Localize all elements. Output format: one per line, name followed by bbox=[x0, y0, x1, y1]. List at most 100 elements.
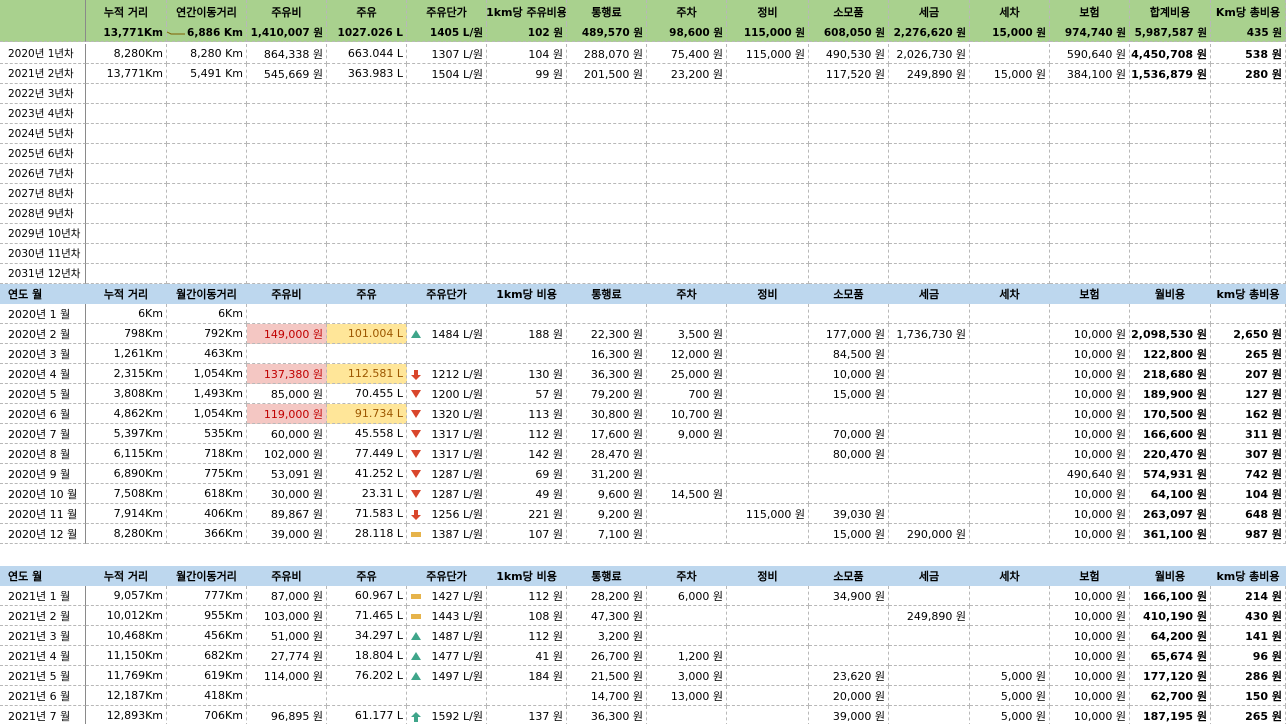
cell[interactable]: 1497 L/원 bbox=[407, 666, 487, 686]
cell[interactable] bbox=[487, 224, 567, 244]
cell[interactable]: 주유 bbox=[327, 0, 407, 24]
cell[interactable] bbox=[809, 626, 889, 646]
cell[interactable]: 10,000 원 bbox=[1050, 424, 1130, 444]
cell[interactable]: 15,000 원 bbox=[809, 524, 889, 544]
cell[interactable] bbox=[86, 184, 167, 204]
cell[interactable]: 987 원 bbox=[1211, 524, 1286, 544]
cell[interactable] bbox=[407, 686, 487, 706]
cell[interactable]: 706Km bbox=[167, 706, 247, 724]
cell[interactable]: 7,914Km bbox=[86, 504, 167, 524]
cell[interactable] bbox=[167, 244, 247, 264]
row-label-cell[interactable]: 2023년 4년차 bbox=[0, 104, 86, 124]
row-label-cell[interactable]: 2029년 10년차 bbox=[0, 224, 86, 244]
cell[interactable]: 41 원 bbox=[487, 646, 567, 666]
cell[interactable] bbox=[970, 344, 1050, 364]
cell[interactable] bbox=[1050, 104, 1130, 124]
row-label-cell[interactable]: 2021년 7 월 bbox=[0, 706, 86, 724]
cell[interactable]: 36,300 원 bbox=[567, 706, 647, 724]
cell[interactable]: 세차 bbox=[970, 0, 1050, 24]
cell[interactable]: 10,000 원 bbox=[1050, 686, 1130, 706]
cell[interactable] bbox=[1211, 304, 1286, 324]
cell[interactable] bbox=[1130, 304, 1211, 324]
cell[interactable] bbox=[647, 144, 727, 164]
cell[interactable]: 170,500 원 bbox=[1130, 404, 1211, 424]
cell[interactable] bbox=[407, 104, 487, 124]
cell[interactable]: 28,470 원 bbox=[567, 444, 647, 464]
cell[interactable] bbox=[970, 324, 1050, 344]
cell[interactable] bbox=[970, 204, 1050, 224]
cell[interactable]: 89,867 원 bbox=[247, 504, 327, 524]
cell[interactable]: 60,000 원 bbox=[247, 424, 327, 444]
cell[interactable] bbox=[327, 184, 407, 204]
cell[interactable] bbox=[327, 144, 407, 164]
cell[interactable] bbox=[647, 444, 727, 464]
cell[interactable] bbox=[1211, 224, 1286, 244]
cell[interactable] bbox=[327, 344, 407, 364]
cell[interactable]: 2,650 원 bbox=[1211, 324, 1286, 344]
cell[interactable]: 162 원 bbox=[1211, 404, 1286, 424]
cell[interactable] bbox=[970, 244, 1050, 264]
cell[interactable] bbox=[889, 304, 970, 324]
cell[interactable]: 249,890 원 bbox=[889, 64, 970, 84]
cell[interactable] bbox=[970, 364, 1050, 384]
cell[interactable] bbox=[86, 104, 167, 124]
cell[interactable] bbox=[809, 264, 889, 284]
cell[interactable]: 7,100 원 bbox=[567, 524, 647, 544]
cell[interactable]: 12,000 원 bbox=[647, 344, 727, 364]
cell[interactable]: 70,000 원 bbox=[809, 424, 889, 444]
cell[interactable] bbox=[1211, 264, 1286, 284]
cell[interactable]: 538 원 bbox=[1211, 44, 1286, 64]
cell[interactable] bbox=[889, 444, 970, 464]
cell[interactable]: 1,054Km bbox=[167, 364, 247, 384]
cell[interactable]: 104 원 bbox=[1211, 484, 1286, 504]
cell[interactable]: 363.983 L bbox=[327, 64, 407, 84]
cell[interactable] bbox=[727, 304, 809, 324]
cell[interactable] bbox=[487, 124, 567, 144]
cell[interactable]: 608,050 원 bbox=[809, 24, 889, 42]
row-label-cell[interactable]: 2028년 9년차 bbox=[0, 204, 86, 224]
cell[interactable]: 보험 bbox=[1050, 0, 1130, 24]
cell[interactable]: 545,669 원 bbox=[247, 64, 327, 84]
cell[interactable]: 142 원 bbox=[487, 444, 567, 464]
cell[interactable]: 1427 L/원 bbox=[407, 586, 487, 606]
cell[interactable] bbox=[1130, 244, 1211, 264]
cell[interactable] bbox=[487, 304, 567, 324]
cell[interactable]: 384,100 원 bbox=[1050, 64, 1130, 84]
cell[interactable] bbox=[86, 264, 167, 284]
cell[interactable]: 535Km bbox=[167, 424, 247, 444]
row-label-cell[interactable]: 2031년 12년차 bbox=[0, 264, 86, 284]
cell[interactable]: 6,890Km bbox=[86, 464, 167, 484]
cell[interactable] bbox=[889, 244, 970, 264]
cell[interactable]: 107 원 bbox=[487, 524, 567, 544]
cell[interactable] bbox=[247, 104, 327, 124]
cell[interactable] bbox=[247, 304, 327, 324]
cell[interactable]: 소모품 bbox=[809, 284, 889, 304]
cell[interactable] bbox=[727, 104, 809, 124]
cell[interactable]: 월간이동거리 bbox=[167, 284, 247, 304]
cell[interactable]: 177,120 원 bbox=[1130, 666, 1211, 686]
cell[interactable] bbox=[247, 264, 327, 284]
cell[interactable] bbox=[727, 244, 809, 264]
cell[interactable] bbox=[1211, 144, 1286, 164]
cell[interactable] bbox=[1211, 204, 1286, 224]
row-label-cell[interactable]: 2020년 4 월 bbox=[0, 364, 86, 384]
cell[interactable] bbox=[970, 164, 1050, 184]
cell[interactable] bbox=[86, 224, 167, 244]
cell[interactable]: 71.465 L bbox=[327, 606, 407, 626]
cell[interactable] bbox=[567, 184, 647, 204]
cell[interactable]: 5,491 Km bbox=[167, 64, 247, 84]
cell[interactable]: 307 원 bbox=[1211, 444, 1286, 464]
cell[interactable] bbox=[647, 204, 727, 224]
cell[interactable] bbox=[647, 706, 727, 724]
cell[interactable] bbox=[167, 124, 247, 144]
cell[interactable]: 10,468Km bbox=[86, 626, 167, 646]
cell[interactable]: 490,530 원 bbox=[809, 44, 889, 64]
cell[interactable]: 통행료 bbox=[567, 0, 647, 24]
cell[interactable] bbox=[970, 646, 1050, 666]
cell[interactable]: 114,000 원 bbox=[247, 666, 327, 686]
cell[interactable]: 주유단가 bbox=[407, 566, 487, 586]
cell[interactable]: 187,195 원 bbox=[1130, 706, 1211, 724]
cell[interactable] bbox=[167, 84, 247, 104]
cell[interactable] bbox=[167, 144, 247, 164]
cell[interactable] bbox=[647, 264, 727, 284]
